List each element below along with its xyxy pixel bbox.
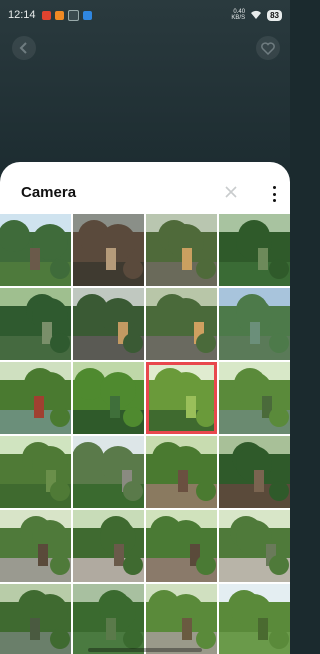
photo-thumbnail[interactable] bbox=[219, 584, 290, 654]
photo-thumbnail[interactable] bbox=[219, 436, 290, 508]
photo-image bbox=[73, 436, 144, 508]
photo-image bbox=[146, 214, 217, 286]
photo-image bbox=[0, 362, 71, 434]
photo-image bbox=[146, 584, 217, 654]
photo-image bbox=[73, 584, 144, 654]
photo-image bbox=[146, 510, 217, 582]
more-options-button[interactable] bbox=[267, 186, 281, 202]
notification-app-icon bbox=[82, 10, 92, 20]
more-vertical-icon bbox=[272, 199, 276, 202]
photo-thumbnail[interactable] bbox=[219, 214, 290, 286]
sheet-header: Camera bbox=[0, 162, 290, 212]
status-time: 12:14 bbox=[8, 9, 36, 21]
photo-thumbnail[interactable] bbox=[73, 288, 144, 360]
network-speed-unit: KB/S bbox=[231, 15, 246, 21]
photo-thumbnail[interactable] bbox=[219, 510, 290, 582]
heart-icon bbox=[261, 41, 275, 55]
photo-thumbnail[interactable] bbox=[146, 362, 217, 434]
photo-image bbox=[219, 510, 290, 582]
photo-thumbnail[interactable] bbox=[146, 214, 217, 286]
photo-image bbox=[219, 288, 290, 360]
photo-thumbnail[interactable] bbox=[146, 436, 217, 508]
album-title: Camera bbox=[21, 184, 77, 201]
photo-image bbox=[73, 288, 144, 360]
photo-image bbox=[146, 362, 217, 434]
photo-thumbnail[interactable] bbox=[73, 436, 144, 508]
photo-image bbox=[0, 214, 71, 286]
photo-thumbnail[interactable] bbox=[0, 362, 71, 434]
notification-app-icon bbox=[41, 10, 51, 20]
more-vertical-icon bbox=[272, 192, 276, 196]
wifi-icon bbox=[251, 10, 262, 19]
photo-thumbnail[interactable] bbox=[219, 288, 290, 360]
photo-image bbox=[0, 436, 71, 508]
photo-thumbnail[interactable] bbox=[0, 288, 71, 360]
back-button[interactable] bbox=[12, 36, 36, 60]
photo-image bbox=[0, 288, 71, 360]
photo-image bbox=[146, 436, 217, 508]
more-vertical-icon bbox=[272, 186, 276, 189]
network-speed: 0.40 KB/S bbox=[231, 9, 245, 21]
photo-thumbnail[interactable] bbox=[0, 510, 71, 582]
photo-thumbnail[interactable] bbox=[73, 362, 144, 434]
chevron-left-icon bbox=[19, 42, 27, 54]
photo-thumbnail[interactable] bbox=[73, 510, 144, 582]
photo-image bbox=[219, 436, 290, 508]
photo-image bbox=[73, 362, 144, 434]
photo-thumbnail[interactable] bbox=[146, 584, 217, 654]
photo-thumbnail[interactable] bbox=[73, 214, 144, 286]
photo-image bbox=[219, 362, 290, 434]
battery-icon: 83 bbox=[267, 9, 282, 21]
close-icon bbox=[225, 186, 237, 198]
photo-thumbnail[interactable] bbox=[146, 288, 217, 360]
photo-image bbox=[219, 584, 290, 654]
photo-image bbox=[0, 584, 71, 654]
album-picker-sheet: Camera bbox=[0, 162, 290, 654]
photo-image bbox=[146, 288, 217, 360]
status-right: 0.40 KB/S 83 bbox=[231, 9, 282, 21]
photo-thumbnail[interactable] bbox=[146, 510, 217, 582]
photo-thumbnail[interactable] bbox=[0, 214, 71, 286]
photo-thumbnail[interactable] bbox=[0, 436, 71, 508]
close-button[interactable] bbox=[221, 183, 241, 203]
gesture-nav-bar bbox=[88, 648, 202, 652]
favorite-button[interactable] bbox=[256, 36, 280, 60]
photo-image bbox=[219, 214, 290, 286]
photo-image bbox=[73, 214, 144, 286]
photo-image bbox=[0, 510, 71, 582]
photo-thumbnail[interactable] bbox=[73, 584, 144, 654]
status-bar: 12:14 0.40 KB/S 83 bbox=[0, 0, 290, 30]
photo-image bbox=[73, 510, 144, 582]
photo-thumbnail[interactable] bbox=[0, 584, 71, 654]
notification-app-icon bbox=[54, 10, 64, 20]
notification-app-icon bbox=[67, 9, 79, 21]
photo-grid bbox=[0, 214, 290, 654]
photo-thumbnail[interactable] bbox=[219, 362, 290, 434]
